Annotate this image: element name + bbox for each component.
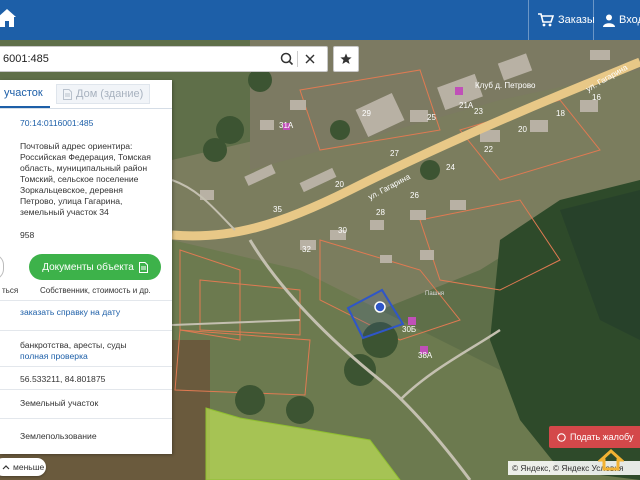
tab-parcel[interactable]: участок — [0, 80, 50, 108]
address-line: Томский, сельское поселение — [20, 174, 139, 184]
top-bar-divider — [528, 0, 529, 40]
address-line: Петрово, улица Гагарина, — [20, 196, 123, 206]
top-bar: Заказы Вход — [0, 0, 640, 40]
map-label-20: 20 — [518, 125, 527, 134]
address-line: Зоркальцевское, деревня — [20, 185, 123, 195]
map-label-23: 23 — [474, 107, 483, 116]
share-label: ться — [2, 286, 19, 295]
map-label-31a: 31А — [279, 121, 294, 130]
full-check-link[interactable]: полная проверка — [20, 351, 88, 362]
search-bar — [0, 46, 328, 72]
map-label-24: 24 — [446, 163, 455, 172]
report-button[interactable]: Подать жалобу — [549, 426, 640, 448]
panel-tabs: участок Дом (здание) — [0, 80, 172, 109]
map-label-25: 25 — [427, 113, 436, 122]
share-button[interactable] — [0, 254, 4, 280]
map-label-16: 16 — [592, 93, 601, 102]
profile-label: Вход — [619, 14, 640, 26]
map-label-27: 27 — [390, 149, 399, 158]
check-text: банкротства, аресты, суды — [20, 340, 127, 350]
address-line: Почтовый адрес ориентира: — [20, 141, 133, 151]
map-label-22: 22 — [484, 145, 493, 154]
map-label-20b: 20 — [335, 180, 344, 189]
address-line: земельный участок 34 — [20, 207, 109, 217]
collapse-label: меньше — [13, 462, 45, 472]
home-icon[interactable] — [0, 6, 18, 30]
favorite-button[interactable] — [333, 46, 359, 72]
cart-icon — [538, 13, 554, 27]
documents-button-label: Документы объекта — [42, 261, 134, 273]
map-label-30: 30 — [338, 226, 347, 235]
area-value: 958 — [20, 230, 35, 240]
category: Земельный участок — [20, 398, 99, 408]
map-label-29: 29 — [362, 109, 371, 118]
search-input[interactable] — [3, 50, 263, 68]
map-label-field: Пашня — [425, 291, 444, 297]
documents-button[interactable]: Документы объекта — [29, 254, 161, 280]
search-icon[interactable] — [279, 51, 295, 67]
collapse-button[interactable]: меньше — [0, 458, 46, 476]
map-label-26: 26 — [410, 191, 419, 200]
map-label-club: Клуб д. Петрово — [475, 81, 536, 90]
warning-icon — [557, 432, 566, 442]
orders-label: Заказы — [558, 14, 595, 26]
divider — [0, 300, 172, 301]
map-label-28: 28 — [376, 208, 385, 217]
profile-button[interactable]: Вход — [603, 0, 640, 40]
document-icon — [138, 261, 148, 273]
search-divider — [297, 51, 298, 67]
documents-caption: Собственник, стоимость и др. — [40, 286, 151, 295]
tab-building-label: Дом (здание) — [76, 88, 144, 100]
divider — [0, 389, 172, 390]
map-label-21a: 21А — [459, 101, 474, 110]
address-line: Российская Федерация, Томская — [20, 152, 151, 162]
coordinates: 56.533211, 84.801875 — [20, 374, 106, 384]
map-label-18: 18 — [556, 109, 565, 118]
order-report-link[interactable]: заказать справку на дату — [20, 307, 120, 318]
info-panel: участок Дом (здание) 70:14:0116001:485 П… — [0, 80, 172, 454]
divider — [0, 366, 172, 367]
divider — [0, 330, 172, 331]
address-line: область, муниципальный район — [20, 163, 148, 173]
chevron-up-icon — [2, 465, 10, 470]
parcel-marker — [374, 301, 386, 313]
top-bar-divider — [593, 0, 594, 40]
report-label: Подать жалобу — [570, 432, 634, 442]
map-label-30b: 30Б — [402, 325, 416, 334]
close-icon[interactable] — [302, 51, 318, 67]
usage: Землепользование — [20, 431, 97, 441]
star-icon — [340, 53, 352, 64]
map-label-32: 32 — [302, 245, 311, 254]
cadastral-number[interactable]: 70:14:0116001:485 — [20, 118, 93, 129]
map-label-38a: 38А — [418, 351, 433, 360]
user-icon — [603, 14, 615, 27]
document-icon — [63, 88, 72, 100]
map-label-35: 35 — [273, 205, 282, 214]
orders-button[interactable]: Заказы — [538, 0, 595, 40]
tab-building[interactable]: Дом (здание) — [56, 84, 150, 104]
divider — [0, 418, 172, 419]
address-block: Почтовый адрес ориентира: Российская Фед… — [20, 141, 151, 218]
home-logo-icon[interactable] — [598, 447, 624, 473]
